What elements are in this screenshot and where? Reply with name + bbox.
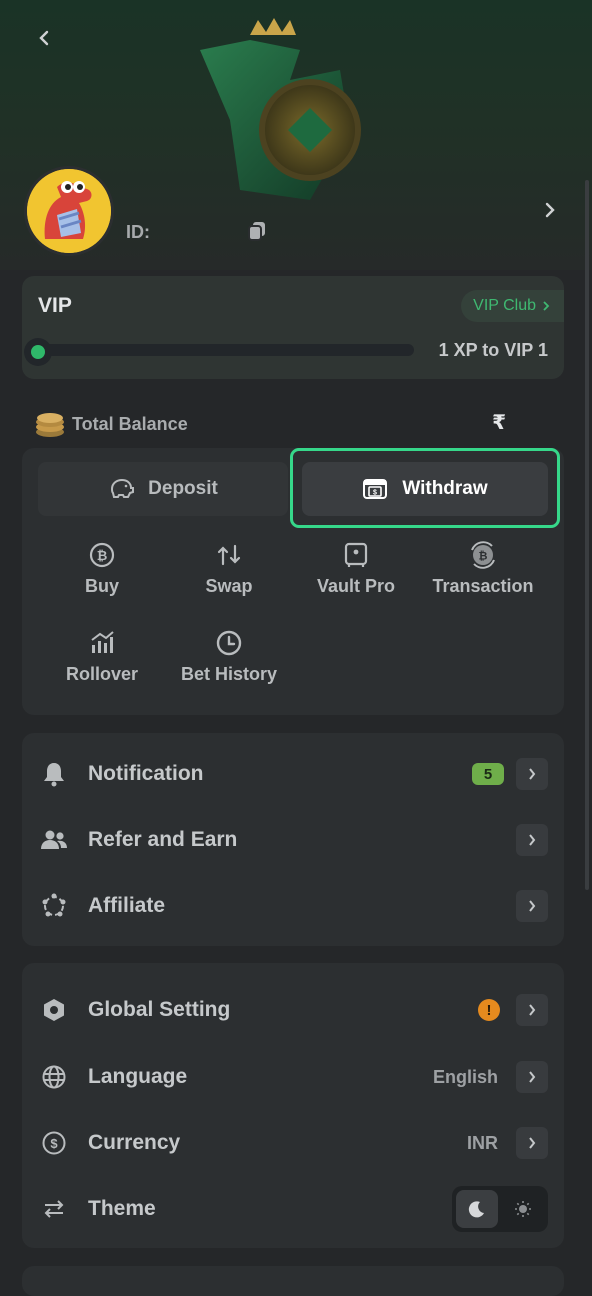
back-button[interactable] (30, 24, 58, 52)
notification-count-badge: 5 (472, 763, 504, 785)
settings-item-language[interactable]: Language English (22, 1052, 564, 1102)
chevron-right-icon (516, 758, 548, 790)
chevron-right-icon (545, 202, 555, 218)
global-setting-label: Global Setting (88, 998, 231, 1021)
moon-icon (468, 1201, 484, 1218)
scrollbar[interactable] (585, 180, 589, 890)
vip-progress-track (36, 344, 414, 356)
currency-label: Currency (88, 1131, 181, 1154)
theme-label: Theme (88, 1197, 156, 1220)
svg-text:₿: ₿ (97, 548, 108, 563)
vault-pro-action[interactable]: Vault Pro (291, 540, 421, 597)
bell-icon (40, 760, 68, 788)
menu-item-refer-and-earn[interactable]: Refer and Earn (22, 815, 564, 865)
buy-label: Buy (84, 576, 119, 596)
chevron-right-icon (516, 1127, 548, 1159)
chevron-right-icon (516, 824, 548, 856)
light-theme-button[interactable] (502, 1190, 544, 1228)
language-label: Language (88, 1065, 188, 1088)
swap-label: Swap (205, 576, 253, 596)
dollar-circle-icon: $ (40, 1129, 68, 1157)
bet-history-action[interactable]: Bet History (164, 628, 294, 685)
chevron-left-icon (39, 30, 49, 46)
dark-theme-button[interactable] (456, 1190, 498, 1228)
affiliate-icon (40, 892, 68, 920)
notification-label: Notification (88, 762, 204, 785)
transaction-action[interactable]: ₿ Transaction (418, 540, 548, 597)
svg-text:$: $ (50, 1136, 58, 1151)
sun-icon (515, 1201, 531, 1217)
vip-title: VIP (38, 294, 72, 317)
transaction-icon: ₿ (471, 541, 495, 569)
swap-arrows-icon (217, 544, 241, 566)
globe-icon (40, 1063, 68, 1091)
rollover-action[interactable]: Rollover (37, 628, 167, 685)
theme-arrows-icon (40, 1195, 68, 1223)
coin-stack-icon (36, 413, 64, 437)
settings-item-global-setting[interactable]: Global Setting ! (22, 985, 564, 1035)
rollover-label: Rollover (65, 664, 139, 684)
vault-icon (344, 542, 368, 567)
vip-card: VIP VIP Club 1 XP to VIP 1 (22, 276, 564, 379)
vip-trophy-illustration (200, 18, 361, 200)
theme-toggle (452, 1186, 548, 1232)
deposit-button[interactable]: Deposit (38, 462, 288, 516)
user-id-label: ID: (126, 222, 150, 242)
withdraw-label: Withdraw (402, 478, 488, 499)
language-value: English (432, 1066, 498, 1087)
profile-details-button[interactable] (538, 196, 562, 224)
menu-item-notification[interactable]: Notification 5 (22, 749, 564, 799)
bitcoin-coin-icon: ₿ (89, 542, 115, 568)
settings-item-theme: Theme (22, 1184, 564, 1234)
menu-item-affiliate[interactable]: Affiliate (22, 881, 564, 931)
refer-and-earn-label: Refer and Earn (88, 828, 238, 851)
piggy-bank-icon (111, 478, 135, 498)
clock-icon (216, 630, 242, 656)
currency-symbol: ₹ (492, 412, 506, 434)
buy-action[interactable]: ₿ Buy (37, 540, 167, 597)
users-icon (40, 826, 68, 854)
total-balance-label: Total Balance (72, 413, 188, 434)
copy-icon[interactable] (246, 220, 268, 242)
settings-card: Global Setting ! Language English $ Curr… (22, 963, 564, 1248)
svg-text:₿: ₿ (479, 551, 488, 563)
vip-progress-indicator (24, 338, 52, 366)
deposit-label: Deposit (148, 478, 218, 499)
svg-text:$: $ (373, 490, 377, 497)
chevron-right-icon (543, 301, 550, 311)
bet-history-label: Bet History (180, 664, 278, 684)
next-section-card (22, 1266, 564, 1296)
avatar[interactable] (24, 166, 114, 256)
wallet-card: Deposit $ Withdraw ₿ Buy Swap Vault Pro … (22, 448, 564, 715)
chevron-right-icon (516, 994, 548, 1026)
vip-club-label: VIP Club (473, 297, 536, 314)
total-balance-row: Total Balance ₹ (34, 408, 524, 440)
warning-icon: ! (478, 999, 500, 1021)
withdraw-cash-icon: $ (363, 479, 388, 499)
hexagon-gear-icon (40, 996, 68, 1024)
settings-item-currency[interactable]: $ Currency INR (22, 1118, 564, 1168)
chevron-right-icon (516, 1061, 548, 1093)
currency-value: INR (467, 1132, 498, 1153)
vip-club-button[interactable]: VIP Club (461, 290, 564, 322)
affiliate-label: Affiliate (88, 894, 166, 917)
account-menu-card: Notification 5 Refer and Earn Affiliate (22, 733, 564, 946)
vip-xp-text: 1 XP to VIP 1 (438, 340, 548, 360)
dinosaur-avatar-icon (27, 169, 111, 253)
vault-pro-label: Vault Pro (316, 576, 396, 596)
transaction-label: Transaction (432, 576, 534, 596)
swap-action[interactable]: Swap (164, 540, 294, 597)
rollover-chart-icon (91, 631, 114, 653)
chevron-right-icon (516, 890, 548, 922)
withdraw-button[interactable]: $ Withdraw (302, 462, 548, 516)
